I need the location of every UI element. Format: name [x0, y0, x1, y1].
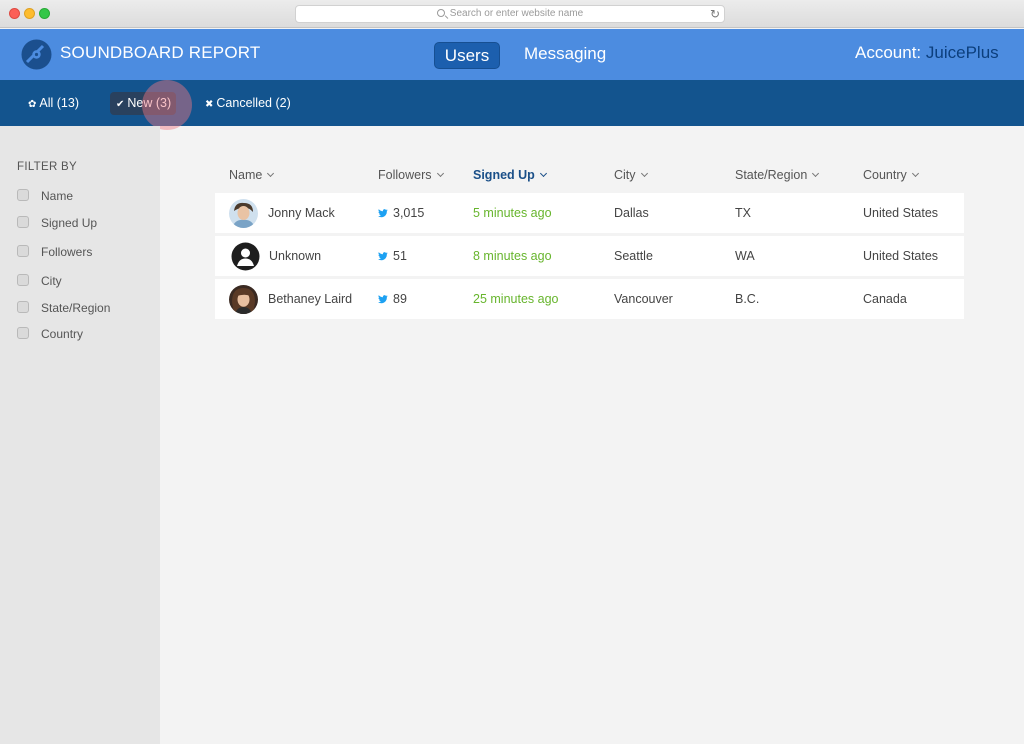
filter-label: State/Region — [41, 301, 111, 315]
followers-value: 3,015 — [393, 206, 425, 220]
filter-label: Followers — [41, 245, 93, 259]
table-row[interactable]: Jonny Mack 3,015 5 minutes ago Dallas TX… — [215, 193, 964, 233]
user-name: Jonny Mack — [268, 206, 335, 220]
table-row[interactable]: Bethaney Laird 89 25 minutes ago Vancouv… — [215, 279, 964, 319]
chevron-down-icon — [539, 169, 547, 178]
column-header-signed-up[interactable]: Signed Up — [473, 168, 547, 182]
account-label: Account: — [855, 43, 922, 62]
table-row[interactable]: Unknown 51 8 minutes ago Seattle WA Unit… — [215, 236, 964, 276]
user-name: Bethaney Laird — [268, 292, 353, 306]
checkbox[interactable] — [17, 274, 29, 286]
user-name: Unknown — [269, 249, 322, 263]
address-bar[interactable]: Search or enter website name ↻ — [295, 5, 725, 23]
signed-up-time: 8 minutes ago — [473, 249, 552, 263]
followers-count: 89 — [378, 279, 407, 319]
check-icon: ✔ — [116, 99, 125, 110]
filter-label: City — [41, 274, 62, 288]
checkbox[interactable] — [17, 189, 29, 201]
followers-count: 3,015 — [378, 193, 424, 233]
column-header-city[interactable]: City — [614, 168, 648, 182]
tab-new-label: New (3) — [127, 96, 172, 110]
signed-up-time: 5 minutes ago — [473, 206, 552, 220]
tab-new[interactable]: ✔ New (3) — [110, 92, 176, 115]
paw-icon: ✿ — [28, 99, 37, 110]
city-cell: Dallas — [614, 206, 649, 220]
column-header-name[interactable]: Name — [229, 168, 275, 182]
filter-label: Name — [41, 189, 74, 203]
twitter-icon — [378, 252, 388, 261]
filter-label: Signed Up — [41, 216, 98, 230]
followers-count: 51 — [378, 236, 407, 276]
country-cell: Canada — [863, 292, 907, 306]
chevron-down-icon — [436, 169, 444, 178]
column-header-label: Country — [863, 168, 907, 182]
followers-value: 89 — [393, 292, 407, 306]
followers-value: 51 — [393, 249, 407, 263]
default-avatar-icon — [231, 242, 260, 271]
status-filter-bar: ✿ All (13) ✔ New (3) ✖ Cancelled (2) — [0, 80, 1024, 126]
avatar — [229, 199, 258, 228]
app-header: SOUNDBOARD REPORT Users Messaging Accoun… — [0, 29, 1024, 80]
signed-up-time: 25 minutes ago — [473, 292, 559, 306]
checkbox[interactable] — [17, 327, 29, 339]
twitter-icon — [378, 295, 388, 304]
state-cell: WA — [735, 249, 755, 263]
soundboard-logo-icon — [21, 39, 52, 70]
column-header-label: City — [614, 168, 636, 182]
address-placeholder: Search or enter website name — [449, 8, 584, 19]
tab-all[interactable]: ✿ All (13) — [28, 92, 79, 115]
twitter-icon — [378, 209, 388, 218]
minimize-window-button[interactable] — [24, 8, 35, 19]
country-cell: United States — [863, 206, 939, 220]
city-cell: Vancouver — [614, 292, 673, 306]
search-icon — [436, 9, 445, 17]
account-menu[interactable]: Account: JuicePlus — [855, 43, 999, 63]
column-header-country[interactable]: Country — [863, 168, 919, 182]
checkbox[interactable] — [17, 245, 29, 257]
column-header-followers[interactable]: Followers — [378, 168, 444, 182]
column-header-state-region[interactable]: State/Region — [735, 168, 820, 182]
column-header-label: Followers — [378, 168, 432, 182]
tab-cancelled-label: Cancelled (2) — [216, 96, 291, 110]
state-cell: TX — [735, 206, 751, 220]
nav-users-button[interactable]: Users — [434, 42, 500, 69]
tab-cancelled[interactable]: ✖ Cancelled (2) — [205, 92, 291, 115]
country-cell: United States — [863, 249, 939, 263]
column-header-label: Name — [229, 168, 263, 182]
chevron-down-icon — [812, 169, 820, 178]
state-cell: B.C. — [735, 292, 760, 306]
chevron-down-icon — [267, 169, 275, 178]
filter-title: FILTER BY — [17, 161, 77, 173]
zoom-window-button[interactable] — [39, 8, 50, 19]
tab-all-label: All (13) — [39, 96, 79, 110]
column-header-label: State/Region — [735, 168, 808, 182]
browser-toolbar: Search or enter website name ↻ — [0, 0, 1024, 28]
chevron-down-icon — [911, 169, 919, 178]
nav-messaging-link[interactable]: Messaging — [524, 44, 606, 64]
checkbox[interactable] — [17, 301, 29, 313]
close-window-button[interactable] — [9, 8, 20, 19]
reload-icon[interactable]: ↻ — [710, 6, 720, 22]
filter-sidebar: FILTER BY Name Signed Up Followers City … — [0, 126, 160, 744]
avatar — [229, 285, 258, 314]
checkbox[interactable] — [17, 216, 29, 228]
x-icon: ✖ — [205, 99, 214, 110]
city-cell: Seattle — [614, 249, 653, 263]
column-header-label: Signed Up — [473, 168, 535, 182]
brand-name: SOUNDBOARD REPORT — [60, 43, 261, 62]
chevron-down-icon — [640, 169, 648, 178]
account-name: JuicePlus — [925, 43, 999, 62]
filter-label: Country — [41, 327, 84, 341]
